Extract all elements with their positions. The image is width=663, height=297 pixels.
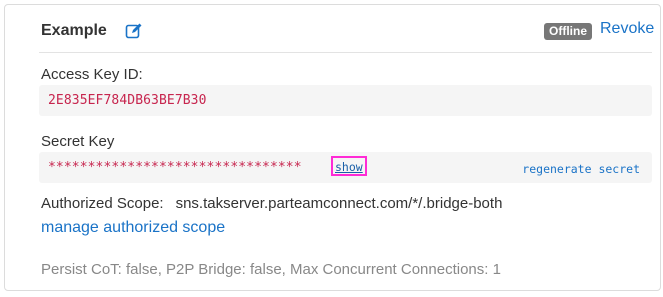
card-title: Example xyxy=(41,22,107,39)
access-key-card: Example Offline Revoke Access Key ID: 2E… xyxy=(4,4,661,291)
manage-scope-link[interactable]: manage authorized scope xyxy=(41,219,225,237)
regenerate-secret-link[interactable]: regenerate secret xyxy=(522,162,640,176)
secret-key-masked-value: ******************************** xyxy=(48,160,302,175)
authorized-scope-label: Authorized Scope: xyxy=(41,195,164,212)
access-key-value: 2E835EF784DB63BE7B30 xyxy=(48,93,207,108)
connection-details: Persist CoT: false, P2P Bridge: false, M… xyxy=(41,261,501,278)
secret-key-label: Secret Key xyxy=(41,133,115,150)
revoke-link[interactable]: Revoke xyxy=(600,20,654,38)
edit-icon[interactable] xyxy=(125,22,143,40)
authorized-scope-row: Authorized Scope: sns.takserver.parteamco… xyxy=(41,195,502,212)
show-secret-link[interactable]: show xyxy=(331,156,367,176)
access-key-box: 2E835EF784DB63BE7B30 xyxy=(39,85,652,116)
authorized-scope-value: sns.takserver.parteamconnect.com/*/.brid… xyxy=(175,195,503,212)
header-divider xyxy=(39,52,652,53)
access-key-label: Access Key ID: xyxy=(41,66,143,83)
secret-key-box: ******************************** show re… xyxy=(39,152,652,183)
status-badge: Offline xyxy=(544,23,592,40)
